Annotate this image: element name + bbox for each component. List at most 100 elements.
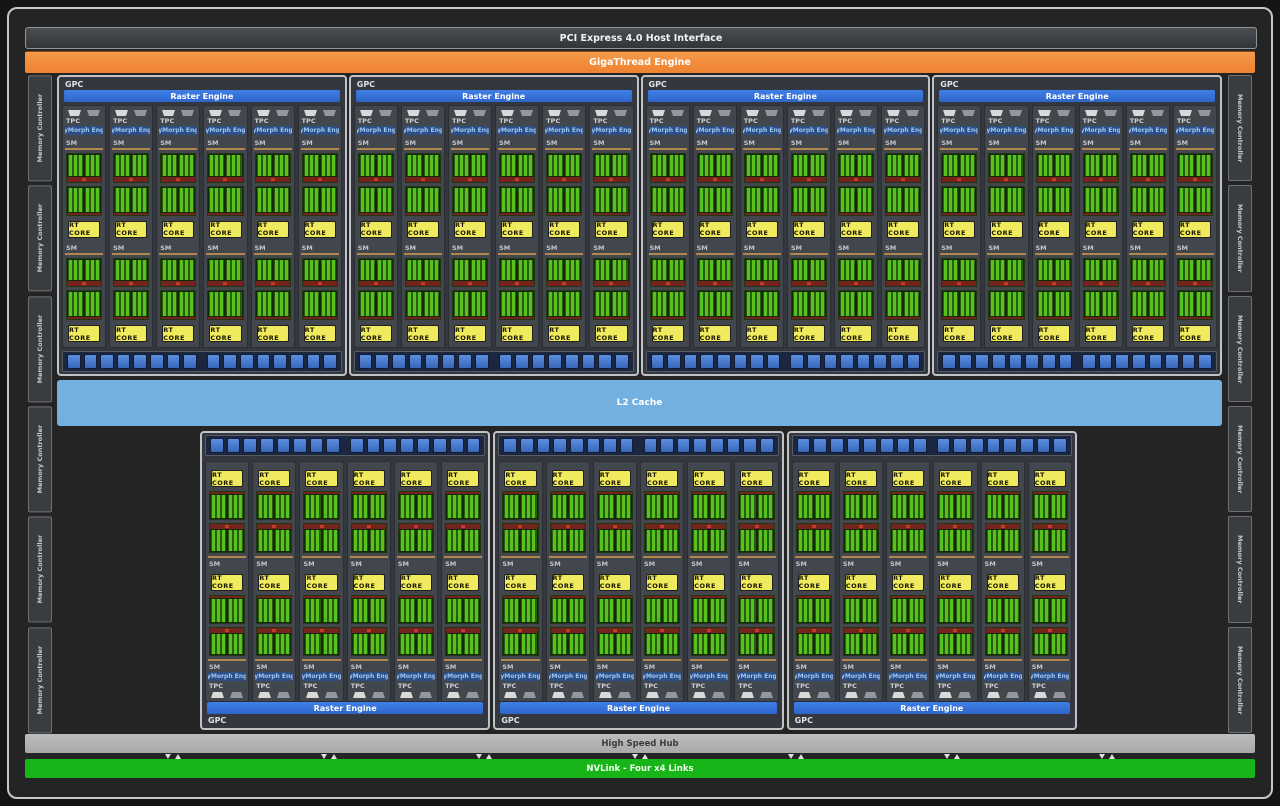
tpc-connector-icons	[987, 108, 1025, 117]
cuda-core-stripe-group	[862, 495, 877, 518]
cuda-core-stripe-group	[740, 495, 755, 518]
sm-header: SM	[498, 244, 536, 257]
rop-block	[442, 354, 456, 369]
sm-label: SM	[696, 139, 734, 147]
cuda-core-stripe-group	[840, 260, 855, 281]
cuda-core-stripe-group	[209, 292, 224, 316]
cuda-core-stripes	[942, 259, 976, 282]
tpc-connector-icons	[737, 690, 775, 699]
cuda-core-stripe-group	[226, 292, 241, 316]
rop-block	[1009, 354, 1023, 369]
tensor-core-strip	[594, 177, 628, 182]
cuda-core-stripe-group	[652, 260, 667, 281]
tensor-core-strip	[359, 177, 393, 182]
rt-core-badge: RT CORE	[1034, 574, 1066, 591]
cuda-core-block	[691, 627, 727, 656]
rt-core-badge: RT CORE	[793, 221, 825, 238]
sm-unit: SMRT CORE	[596, 571, 634, 672]
trapezoid-icon	[760, 692, 773, 698]
rt-core-badge: RT CORE	[257, 221, 289, 238]
polymorph-engine-bar: PolyMorph Engine	[984, 672, 1022, 681]
cuda-core-stripe-group	[1149, 188, 1164, 212]
tpc-connector-icons	[208, 690, 246, 699]
sm-header: SM	[889, 658, 927, 671]
cuda-core-stripe-group	[1004, 599, 1019, 622]
sm-header: SM	[1129, 139, 1167, 152]
cuda-core-stripe-group	[663, 599, 678, 622]
rop-block	[207, 354, 221, 369]
trapezoid-icon	[817, 692, 830, 698]
sm-label: SM	[65, 139, 103, 147]
sm-header: SM	[1031, 555, 1069, 568]
trapezoid-icon	[520, 110, 533, 116]
cuda-core-block	[796, 595, 832, 624]
rop-group	[651, 354, 781, 369]
sm-header: SM	[159, 244, 197, 257]
tensor-core-strip	[792, 177, 826, 182]
sm-label: SM	[737, 663, 775, 671]
tensor-core-strip	[453, 177, 487, 182]
cuda-core-stripes	[551, 494, 585, 519]
tpc-unit: TPCPolyMorph EngineSMRT CORESMRT CORE	[740, 105, 784, 348]
tpc-label: TPC	[1082, 117, 1120, 125]
cuda-core-stripe-group	[960, 188, 975, 212]
cuda-core-stripe-group	[845, 634, 860, 654]
cuda-core-stripes	[938, 598, 972, 623]
rt-core-badge: RT CORE	[939, 574, 971, 591]
cuda-core-stripe-group	[693, 634, 708, 654]
rop-block	[750, 354, 764, 369]
cuda-core-stripe-group	[887, 155, 902, 176]
sm-unit: SMRT CORE	[643, 467, 681, 568]
cuda-core-block	[1177, 186, 1213, 216]
tensor-core-strip	[161, 281, 195, 286]
sm-unit: SMRT CORE	[451, 139, 489, 241]
sm-unit: SMRT CORE	[984, 467, 1022, 568]
cuda-core-stripe-group	[1085, 260, 1100, 281]
cuda-core-stripe-group	[454, 260, 469, 281]
cuda-core-block	[207, 258, 243, 288]
sm-label: SM	[889, 560, 927, 568]
sm-unit: SMRT CORE	[65, 244, 103, 346]
sm-label: SM	[357, 139, 395, 147]
rop-block	[570, 438, 584, 453]
trapezoid-icon	[257, 110, 270, 116]
cuda-core-stripe-group	[504, 599, 519, 622]
tpc-connector-icons	[1176, 108, 1214, 117]
cuda-core-stripes	[67, 291, 101, 317]
tpc-unit: TPCPolyMorph EngineSMRT CORESMRT CORE	[839, 461, 883, 702]
cuda-core-block	[744, 186, 780, 216]
gpc-label: GPC	[205, 715, 485, 726]
cuda-core-stripes	[208, 154, 242, 177]
tensor-core-strip	[359, 213, 393, 215]
cuda-core-block	[985, 595, 1021, 624]
rt-core-badge: RT CORE	[447, 574, 479, 591]
tpc-connector-icons	[940, 108, 978, 117]
sm-underline	[1176, 148, 1214, 150]
sm-label: SM	[350, 560, 388, 568]
down-arrow-icon	[1099, 754, 1105, 759]
sm-unit: SMRT CORE	[1035, 139, 1073, 241]
memory-controller-block: Memory Controller	[1228, 406, 1252, 512]
cuda-core-stripe-group	[1102, 260, 1117, 281]
rt-core-badge: RT CORE	[798, 470, 830, 487]
cuda-core-block	[1032, 491, 1068, 520]
sm-underline	[498, 253, 536, 255]
cuda-core-stripes	[598, 633, 632, 655]
tpc-label: TPC	[255, 682, 293, 690]
rop-block	[243, 438, 257, 453]
sm-label: SM	[795, 560, 833, 568]
tpc-row: TPCPolyMorph EngineSMRT CORESMRT CORETPC…	[937, 105, 1217, 348]
cuda-core-stripes	[594, 259, 628, 282]
cuda-core-block	[358, 258, 394, 288]
sm-label: SM	[743, 244, 781, 252]
sm-unit: SMRT CORE	[397, 571, 435, 672]
rop-block	[400, 438, 414, 453]
polymorph-engine-bar: PolyMorph Engine	[65, 126, 103, 135]
cuda-core-block	[691, 595, 727, 624]
cuda-core-block	[499, 290, 535, 320]
rt-core-badge: RT CORE	[552, 470, 584, 487]
sm-unit: SMRT CORE	[889, 571, 927, 672]
rt-core-badge: RT CORE	[209, 221, 241, 238]
rop-block	[975, 354, 989, 369]
cuda-core-block	[1032, 523, 1068, 552]
